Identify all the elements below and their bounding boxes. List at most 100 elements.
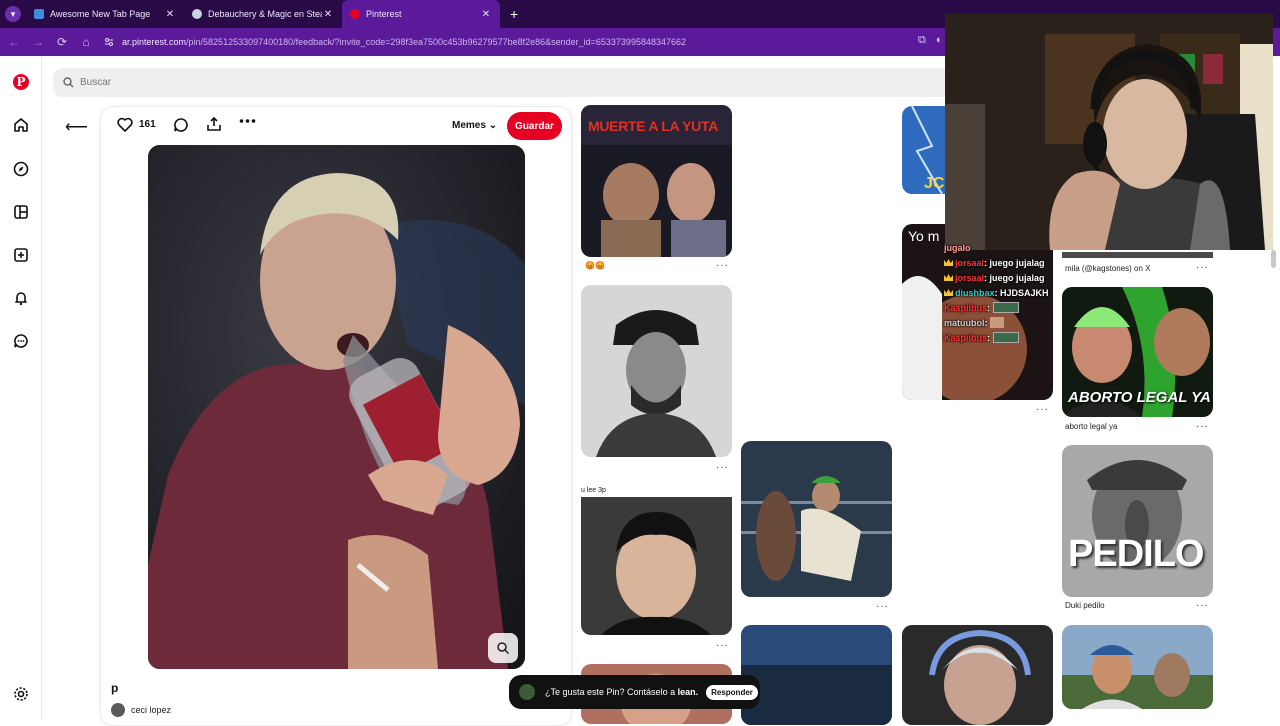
reply-button[interactable]: Responder [706, 684, 758, 700]
ellipsis-icon[interactable]: ··· [1036, 404, 1049, 415]
tab-search-button[interactable]: ▾ [0, 0, 26, 28]
pin-tile[interactable] [741, 625, 892, 725]
pin-thumbnail-icon [519, 684, 535, 700]
pin-author[interactable]: ceci lopez [111, 703, 171, 717]
pin-main-image[interactable] [148, 145, 525, 669]
tile-overlay-text: ABORTO LEGAL YA [1068, 389, 1211, 406]
pin-tile[interactable] [581, 285, 732, 457]
visual-search-lens-button[interactable] [488, 633, 518, 663]
pin-tile[interactable] [581, 497, 732, 635]
tab-title: Debauchery & Magic en Steam [208, 9, 322, 19]
pin-tile[interactable] [1062, 625, 1213, 709]
board-name: Memes [452, 120, 486, 131]
messages-icon[interactable] [13, 333, 29, 349]
feedback-toast: ¿Te gusta este Pin? Contáselo a lean. Re… [509, 675, 760, 709]
emote-icon [990, 317, 1004, 328]
boards-icon[interactable] [13, 204, 29, 220]
lens-icon [497, 642, 510, 655]
home-icon[interactable] [13, 117, 29, 133]
stream-chat: jugalo jorsaal: juego jujalag jorsaal: j… [944, 240, 1074, 345]
toast-text: ¿Te gusta este Pin? Contáselo a lean. [545, 687, 699, 697]
like-count: 161 [139, 119, 156, 130]
save-button[interactable]: Guardar [507, 112, 562, 140]
tile-description: Duki pedilo [1065, 601, 1105, 610]
screen-capture-icon[interactable]: ⧉ [918, 34, 926, 47]
svg-text:JC: JC [924, 175, 945, 192]
avatar [111, 703, 125, 717]
ellipsis-icon[interactable]: ··· [1196, 421, 1209, 432]
steam-favicon-icon [192, 9, 202, 19]
home-icon[interactable]: ⌂ [74, 28, 98, 56]
tile-overlay-text: PEDILO [1068, 533, 1204, 575]
chat-text: juego jujalag [989, 272, 1045, 283]
search-input[interactable]: Buscar [53, 68, 953, 97]
extension-icon[interactable]: ◐ [936, 34, 943, 47]
share-button[interactable] [206, 116, 222, 132]
pin-tile[interactable] [741, 441, 892, 597]
author-name: ceci lopez [131, 705, 172, 715]
pin-title: p [111, 681, 119, 695]
emote-icon [992, 302, 1019, 313]
share-icon [207, 116, 221, 131]
chat-message: jorsaal: juego jujalag [944, 255, 1074, 270]
back-arrow-icon[interactable]: ← [2, 28, 26, 56]
reload-icon[interactable]: ⟳ [50, 28, 74, 56]
url-field[interactable]: ar.pinterest.com/pin/582512533097400180/… [104, 37, 686, 47]
search-placeholder: Buscar [80, 77, 112, 88]
crown-badge-icon [944, 259, 953, 266]
scrollbar-thumb[interactable] [1271, 250, 1276, 268]
chat-message: Kaspiibus: [944, 300, 1074, 315]
tab-pinterest[interactable]: Pinterest ✕ [342, 0, 500, 28]
ellipsis-icon[interactable]: ··· [716, 260, 729, 271]
close-icon[interactable]: ✕ [322, 9, 334, 20]
pinterest-logo-icon[interactable]: P [13, 74, 29, 90]
pinterest-sidebar: P [0, 56, 42, 720]
explore-compass-icon[interactable] [13, 161, 29, 177]
ellipsis-icon[interactable]: ··· [716, 462, 729, 473]
close-icon[interactable]: ✕ [480, 9, 492, 20]
url-host: ar.pinterest.com [122, 37, 187, 47]
chat-text: jugalo [944, 242, 971, 253]
forward-arrow-icon[interactable]: → [26, 28, 50, 56]
chevron-down-icon: ⌄ [488, 120, 498, 131]
ellipsis-icon [239, 119, 256, 123]
comment-button[interactable] [173, 117, 189, 133]
tab-steam[interactable]: Debauchery & Magic en Steam ✕ [184, 0, 342, 28]
ellipsis-icon[interactable]: ··· [1196, 600, 1209, 611]
tile-caption: u lee 3p [581, 487, 606, 494]
chat-text: juego jujalag [989, 257, 1045, 268]
chat-username: matuubol [944, 317, 985, 328]
pin-tile[interactable] [902, 625, 1053, 725]
site-settings-icon[interactable] [104, 37, 114, 47]
emote-icon [992, 332, 1019, 343]
back-arrow-icon[interactable]: ⟵ [65, 117, 88, 137]
chat-username: jorsaal [955, 257, 985, 268]
pin-tile[interactable]: MUERTE A LA YUTA [581, 105, 732, 257]
pin-tile[interactable]: PEDILO [1062, 445, 1213, 597]
chat-username: jorsaal [955, 272, 985, 283]
grid-favicon-icon [34, 9, 44, 19]
chat-username: Kaspiibus [944, 332, 988, 343]
more-options-button[interactable] [239, 118, 256, 124]
new-tab-plus-icon[interactable]: + [510, 6, 518, 22]
notifications-bell-icon[interactable] [13, 290, 29, 306]
comment-icon [174, 118, 188, 132]
like-button[interactable]: 161 [117, 117, 156, 132]
ellipsis-icon[interactable]: ··· [876, 601, 889, 612]
heart-icon [117, 117, 133, 132]
create-plus-icon[interactable] [13, 247, 29, 263]
tab-awesome-new-tab[interactable]: Awesome New Tab Page ✕ [26, 0, 184, 28]
chat-message: jugalo [944, 240, 1074, 255]
tile-overlay-text: MUERTE A LA YUTA [588, 118, 719, 134]
settings-gear-icon[interactable] [13, 686, 29, 702]
ellipsis-icon[interactable]: ··· [1196, 262, 1209, 273]
board-selector[interactable]: Memes ⌄ [452, 120, 497, 131]
tile-description: aborto legal ya [1065, 422, 1118, 431]
close-icon[interactable]: ✕ [164, 9, 176, 20]
ellipsis-icon[interactable]: ··· [716, 640, 729, 651]
tile-description: mila (@kagstones) on X [1065, 264, 1151, 273]
tile-overlay-text: Yo m [908, 228, 940, 244]
chat-message: jorsaal: juego jujalag [944, 270, 1074, 285]
pin-tile[interactable]: ABORTO LEGAL YA [1062, 287, 1213, 417]
search-icon [63, 77, 74, 88]
